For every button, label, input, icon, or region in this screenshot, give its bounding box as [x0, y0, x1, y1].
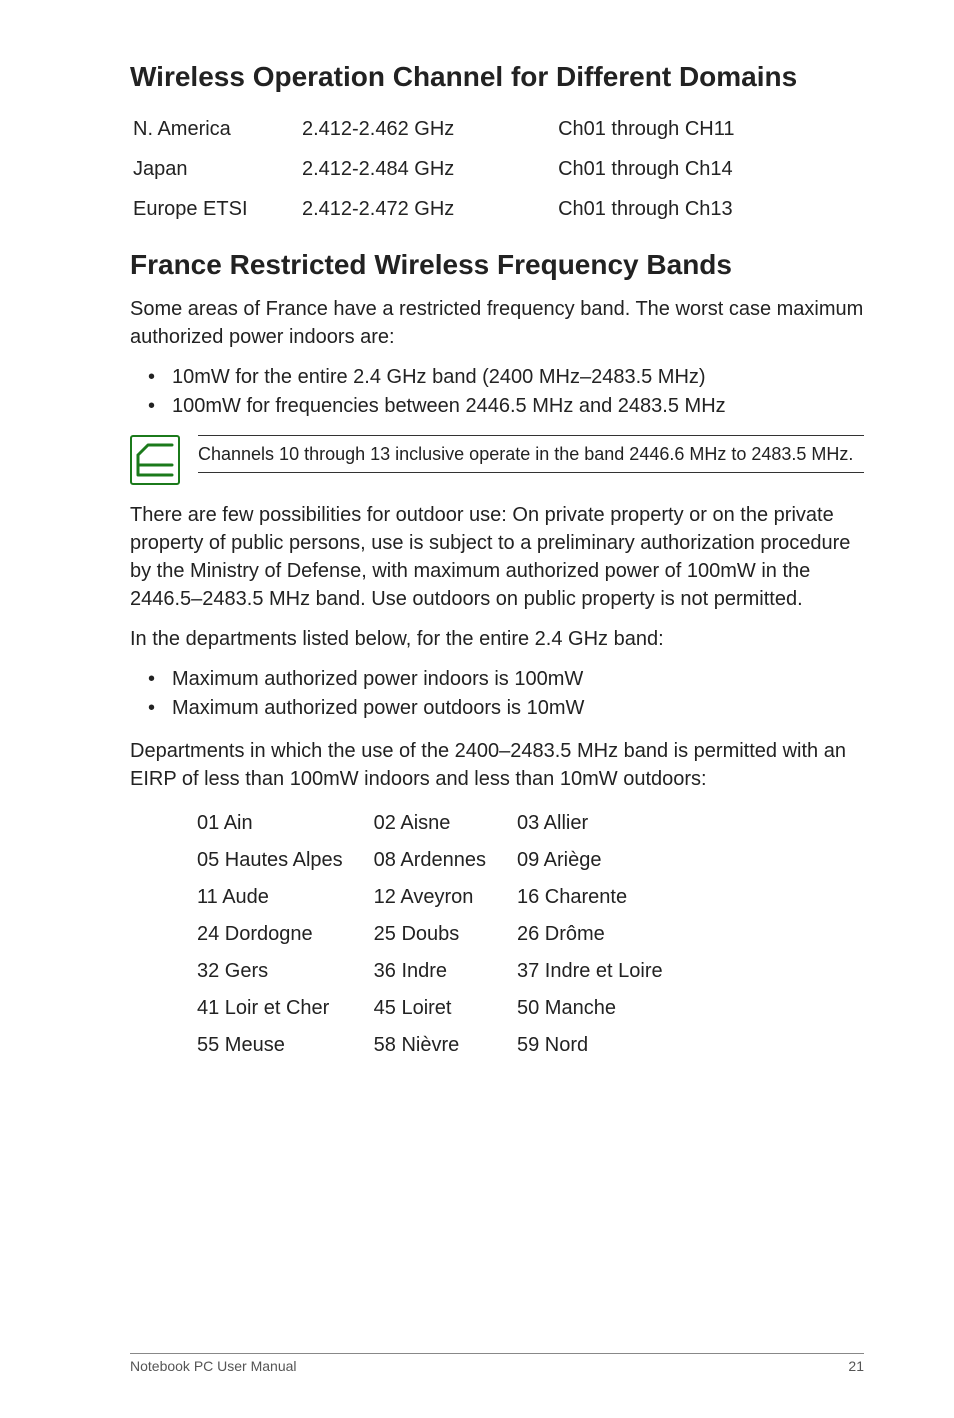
channel-cell: Ch01 through Ch14 — [557, 150, 862, 188]
france-bullet-list-1: 10mW for the entire 2.4 GHz band (2400 M… — [130, 363, 864, 421]
channel-cell: Ch01 through Ch13 — [557, 190, 862, 228]
dept-cell: 08 Ardennes — [373, 842, 516, 879]
france-bullet-list-2: Maximum authorized power indoors is 100m… — [130, 665, 864, 723]
dept-cell: 01 Ain — [196, 805, 373, 842]
list-item: Maximum authorized power indoors is 100m… — [130, 665, 864, 694]
channel-cell: 2.412-2.472 GHz — [301, 190, 555, 228]
channel-cell: Ch01 through CH11 — [557, 110, 862, 148]
dept-cell: 41 Loir et Cher — [196, 990, 373, 1027]
channel-cell: Japan — [132, 150, 299, 188]
dept-row: 05 Hautes Alpes08 Ardennes09 Ariège — [196, 842, 693, 879]
dept-row: 41 Loir et Cher45 Loiret50 Manche — [196, 990, 693, 1027]
dept-cell: 16 Charente — [516, 879, 693, 916]
dept-cell: 12 Aveyron — [373, 879, 516, 916]
list-item: 100mW for frequencies between 2446.5 MHz… — [130, 392, 864, 421]
page-footer: Notebook PC User Manual 21 — [130, 1353, 864, 1374]
dept-cell: 09 Ariège — [516, 842, 693, 879]
dept-row: 32 Gers36 Indre37 Indre et Loire — [196, 953, 693, 990]
dept-cell: 45 Loiret — [373, 990, 516, 1027]
dept-cell: 25 Doubs — [373, 916, 516, 953]
dept-row: 01 Ain02 Aisne03 Allier — [196, 805, 693, 842]
list-item: 10mW for the entire 2.4 GHz band (2400 M… — [130, 363, 864, 392]
dept-cell: 26 Drôme — [516, 916, 693, 953]
channel-table: N. America2.412-2.462 GHzCh01 through CH… — [130, 108, 864, 230]
dept-cell: 32 Gers — [196, 953, 373, 990]
footer-title: Notebook PC User Manual — [130, 1358, 297, 1374]
heading-channels: Wireless Operation Channel for Different… — [130, 60, 864, 94]
dept-cell: 02 Aisne — [373, 805, 516, 842]
note-icon — [130, 435, 180, 485]
channel-cell: 2.412-2.484 GHz — [301, 150, 555, 188]
departments-table: 01 Ain02 Aisne03 Allier05 Hautes Alpes08… — [196, 805, 693, 1064]
france-intro-paragraph: Some areas of France have a restricted f… — [130, 295, 864, 351]
dept-cell: 59 Nord — [516, 1027, 693, 1064]
heading-france: France Restricted Wireless Frequency Ban… — [130, 248, 864, 282]
dept-cell: 05 Hautes Alpes — [196, 842, 373, 879]
dept-cell: 36 Indre — [373, 953, 516, 990]
dept-row: 55 Meuse58 Nièvre59 Nord — [196, 1027, 693, 1064]
channel-row: Europe ETSI2.412-2.472 GHzCh01 through C… — [132, 190, 862, 228]
dept-cell: 55 Meuse — [196, 1027, 373, 1064]
dept-cell: 37 Indre et Loire — [516, 953, 693, 990]
channel-row: Japan2.412-2.484 GHzCh01 through Ch14 — [132, 150, 862, 188]
dept-cell: 24 Dordogne — [196, 916, 373, 953]
channel-cell: Europe ETSI — [132, 190, 299, 228]
dept-cell: 03 Allier — [516, 805, 693, 842]
note-callout: Channels 10 through 13 inclusive operate… — [130, 435, 864, 485]
dept-intro-paragraph: In the departments listed below, for the… — [130, 625, 864, 653]
outdoor-paragraph: There are few possibilities for outdoor … — [130, 501, 864, 613]
list-item: Maximum authorized power outdoors is 10m… — [130, 694, 864, 723]
channel-cell: N. America — [132, 110, 299, 148]
page-container: Wireless Operation Channel for Different… — [0, 0, 954, 1418]
footer-page-number: 21 — [848, 1358, 864, 1374]
dept-cell: 58 Nièvre — [373, 1027, 516, 1064]
dept-row: 11 Aude12 Aveyron16 Charente — [196, 879, 693, 916]
dept-paragraph: Departments in which the use of the 2400… — [130, 737, 864, 793]
dept-cell: 11 Aude — [196, 879, 373, 916]
dept-cell: 50 Manche — [516, 990, 693, 1027]
channel-row: N. America2.412-2.462 GHzCh01 through CH… — [132, 110, 862, 148]
channel-cell: 2.412-2.462 GHz — [301, 110, 555, 148]
dept-row: 24 Dordogne25 Doubs26 Drôme — [196, 916, 693, 953]
note-text: Channels 10 through 13 inclusive operate… — [198, 435, 864, 473]
